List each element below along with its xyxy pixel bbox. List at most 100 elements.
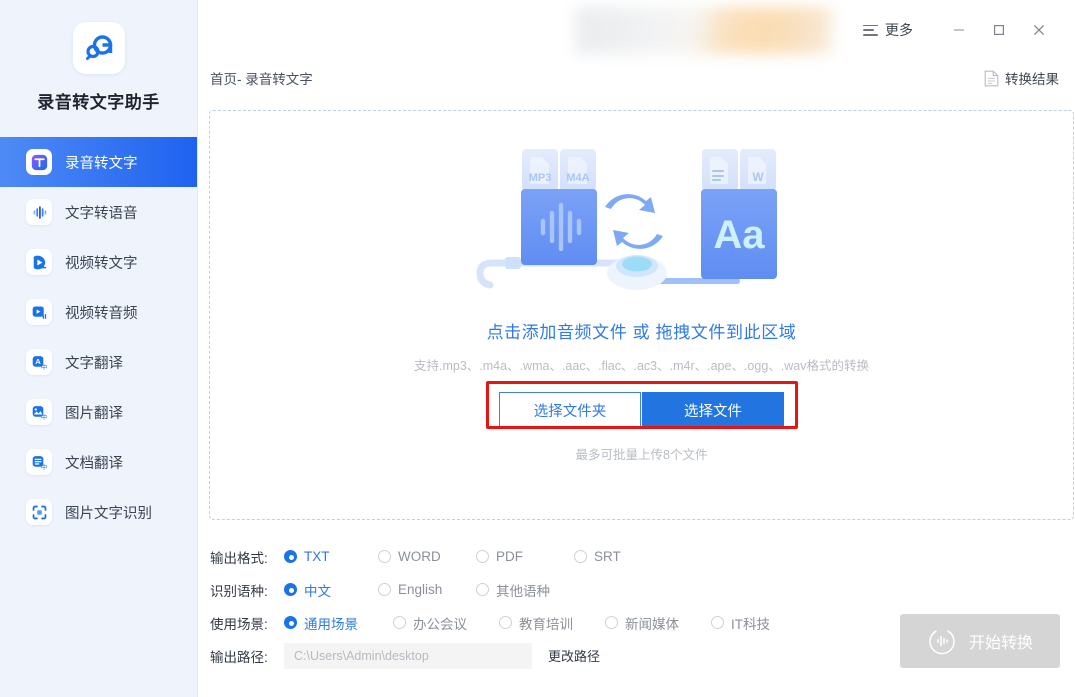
sidebar-item-label: 图片翻译 <box>65 405 123 422</box>
radio-dot <box>393 616 406 629</box>
sidebar-item-doc-translate[interactable]: 中 文档翻译 <box>0 437 197 487</box>
radio-dot <box>605 616 618 629</box>
sidebar-item-video-to-audio[interactable]: 视频转音频 <box>0 287 197 337</box>
radio-dot <box>574 550 587 563</box>
video-to-audio-icon <box>26 299 52 325</box>
radio-dot <box>499 616 512 629</box>
radio-dot <box>378 583 391 596</box>
sidebar-item-label: 文字翻译 <box>65 355 123 372</box>
change-path-button[interactable]: 更改路径 <box>548 646 600 665</box>
svg-text:W: W <box>752 170 764 184</box>
sidebar-item-text-translate[interactable]: A 中 文字翻译 <box>0 337 197 387</box>
radio-dot <box>378 550 391 563</box>
svg-text:M4A: M4A <box>566 172 589 184</box>
svg-text:中: 中 <box>41 463 47 471</box>
sidebar-item-image-translate[interactable]: 中 图片翻译 <box>0 387 197 437</box>
radio-label: WORD <box>398 549 441 564</box>
radio-label: PDF <box>496 549 523 564</box>
more-menu-button[interactable]: 更多 <box>863 20 913 40</box>
maximize-button[interactable] <box>979 13 1019 47</box>
image-translate-icon: 中 <box>26 399 52 425</box>
video-to-text-icon <box>26 249 52 275</box>
promo-banner[interactable] <box>575 7 833 54</box>
radio-scene-general[interactable]: 通用场景 <box>284 613 383 633</box>
svg-text:Aa: Aa <box>713 213 765 257</box>
radio-label: 其他语种 <box>496 583 550 599</box>
sidebar-item-audio-to-text[interactable]: 录音转文字 <box>0 137 197 187</box>
title-bar: 更多 <box>198 0 1075 60</box>
doc-translate-icon: 中 <box>26 449 52 475</box>
app-logo-icon <box>72 22 125 74</box>
ocr-icon <box>26 499 52 525</box>
radio-label: 办公会议 <box>413 616 467 632</box>
radio-label: 中文 <box>304 583 331 599</box>
radio-dot <box>476 583 489 596</box>
output-format-label: 输出格式: <box>210 550 268 566</box>
dropzone-note: 最多可批量上传8个文件 <box>575 448 708 462</box>
minimize-button[interactable] <box>939 13 979 47</box>
sidebar-item-label: 图片文字识别 <box>65 505 152 522</box>
main-area: 更多 首页- 录音转文字 转换结果 MP3 M4A W Aa 点击添加音频文件 … <box>198 0 1075 697</box>
app-window: 录音转文字助手 录音转文字 文字转语音 视频转文字 视频转音频 A 中 文字翻译… <box>0 0 1075 697</box>
text-translate-icon: A 中 <box>26 349 52 375</box>
radio-format-srt[interactable]: SRT <box>574 549 621 564</box>
conversion-result-label: 转换结果 <box>1005 72 1059 87</box>
sidebar-item-label: 文字转语音 <box>65 205 138 222</box>
radio-language-other[interactable]: 其他语种 <box>476 580 550 600</box>
radio-label: 教育培训 <box>519 616 573 632</box>
svg-text:MP3: MP3 <box>528 172 551 184</box>
radio-format-pdf[interactable]: PDF <box>476 549 564 564</box>
audio-to-text-icon <box>26 149 52 175</box>
select-folder-button[interactable]: 选择文件夹 <box>499 392 641 428</box>
radio-dot <box>711 616 724 629</box>
output-path-input[interactable] <box>284 642 532 669</box>
close-button[interactable] <box>1019 13 1059 47</box>
more-menu-label: 更多 <box>885 22 913 38</box>
maximize-icon <box>993 24 1005 36</box>
radio-language-english[interactable]: English <box>378 582 466 597</box>
sidebar-item-text-to-speech[interactable]: 文字转语音 <box>0 187 197 237</box>
select-file-button[interactable]: 选择文件 <box>642 392 784 428</box>
output-path-label: 输出路径: <box>210 649 268 665</box>
breadcrumb-row: 首页- 录音转文字 转换结果 <box>198 60 1075 96</box>
breadcrumb: 首页- 录音转文字 <box>210 72 313 87</box>
radio-language-chinese[interactable]: 中文 <box>284 580 368 600</box>
radio-label: IT科技 <box>731 616 770 632</box>
radio-dot <box>476 550 489 563</box>
dropzone-buttons: 选择文件夹 选择文件 <box>486 381 798 429</box>
radio-label: TXT <box>304 549 330 564</box>
sidebar-item-label: 录音转文字 <box>65 155 138 172</box>
start-conversion-button[interactable]: 开始转换 <box>900 614 1060 668</box>
conversion-illustration: MP3 M4A W Aa <box>475 149 777 290</box>
output-path-row: 输出路径: 更改路径 <box>210 639 910 672</box>
radio-format-txt[interactable]: TXT <box>284 549 368 564</box>
options-panel: 输出格式: TXT WORD PDF SRT 识别语种: 中文 English … <box>210 540 910 672</box>
radio-label: SRT <box>594 549 621 564</box>
language-label: 识别语种: <box>210 583 268 599</box>
app-title: 录音转文字助手 <box>37 93 160 112</box>
document-icon <box>984 70 999 87</box>
svg-text:中: 中 <box>41 363 47 371</box>
radio-label: English <box>398 582 443 597</box>
minimize-icon <box>954 29 964 31</box>
scene-label: 使用场景: <box>210 616 268 632</box>
start-conversion-label: 开始转换 <box>968 635 1033 652</box>
scene-row: 使用场景: 通用场景 办公会议 教育培训 新闻媒体 IT科技 <box>210 606 910 639</box>
output-format-row: 输出格式: TXT WORD PDF SRT <box>210 540 910 573</box>
radio-scene-news[interactable]: 新闻媒体 <box>605 613 701 633</box>
file-dropzone[interactable]: MP3 M4A W Aa 点击添加音频文件 或 拖拽文件到此区域 支持.mp3、… <box>209 110 1074 520</box>
sidebar-item-video-to-text[interactable]: 视频转文字 <box>0 237 197 287</box>
sidebar-nav: 录音转文字 文字转语音 视频转文字 视频转音频 A 中 文字翻译 中 图片翻译 … <box>0 137 197 537</box>
brand: 录音转文字助手 <box>0 0 197 113</box>
radio-scene-it[interactable]: IT科技 <box>711 613 770 633</box>
sidebar-item-ocr[interactable]: 图片文字识别 <box>0 487 197 537</box>
conversion-result-button[interactable]: 转换结果 <box>984 68 1059 88</box>
waveform-circle-icon <box>927 626 957 656</box>
radio-scene-education[interactable]: 教育培训 <box>499 613 595 633</box>
radio-scene-office[interactable]: 办公会议 <box>393 613 489 633</box>
sidebar: 录音转文字助手 录音转文字 文字转语音 视频转文字 视频转音频 A 中 文字翻译… <box>0 0 198 697</box>
radio-format-word[interactable]: WORD <box>378 549 466 564</box>
radio-dot <box>284 616 297 629</box>
dropzone-supported-formats: 支持.mp3、.m4a、.wma、.aac、.flac、.ac3、.m4r、.a… <box>414 359 869 373</box>
svg-text:中: 中 <box>41 413 47 421</box>
